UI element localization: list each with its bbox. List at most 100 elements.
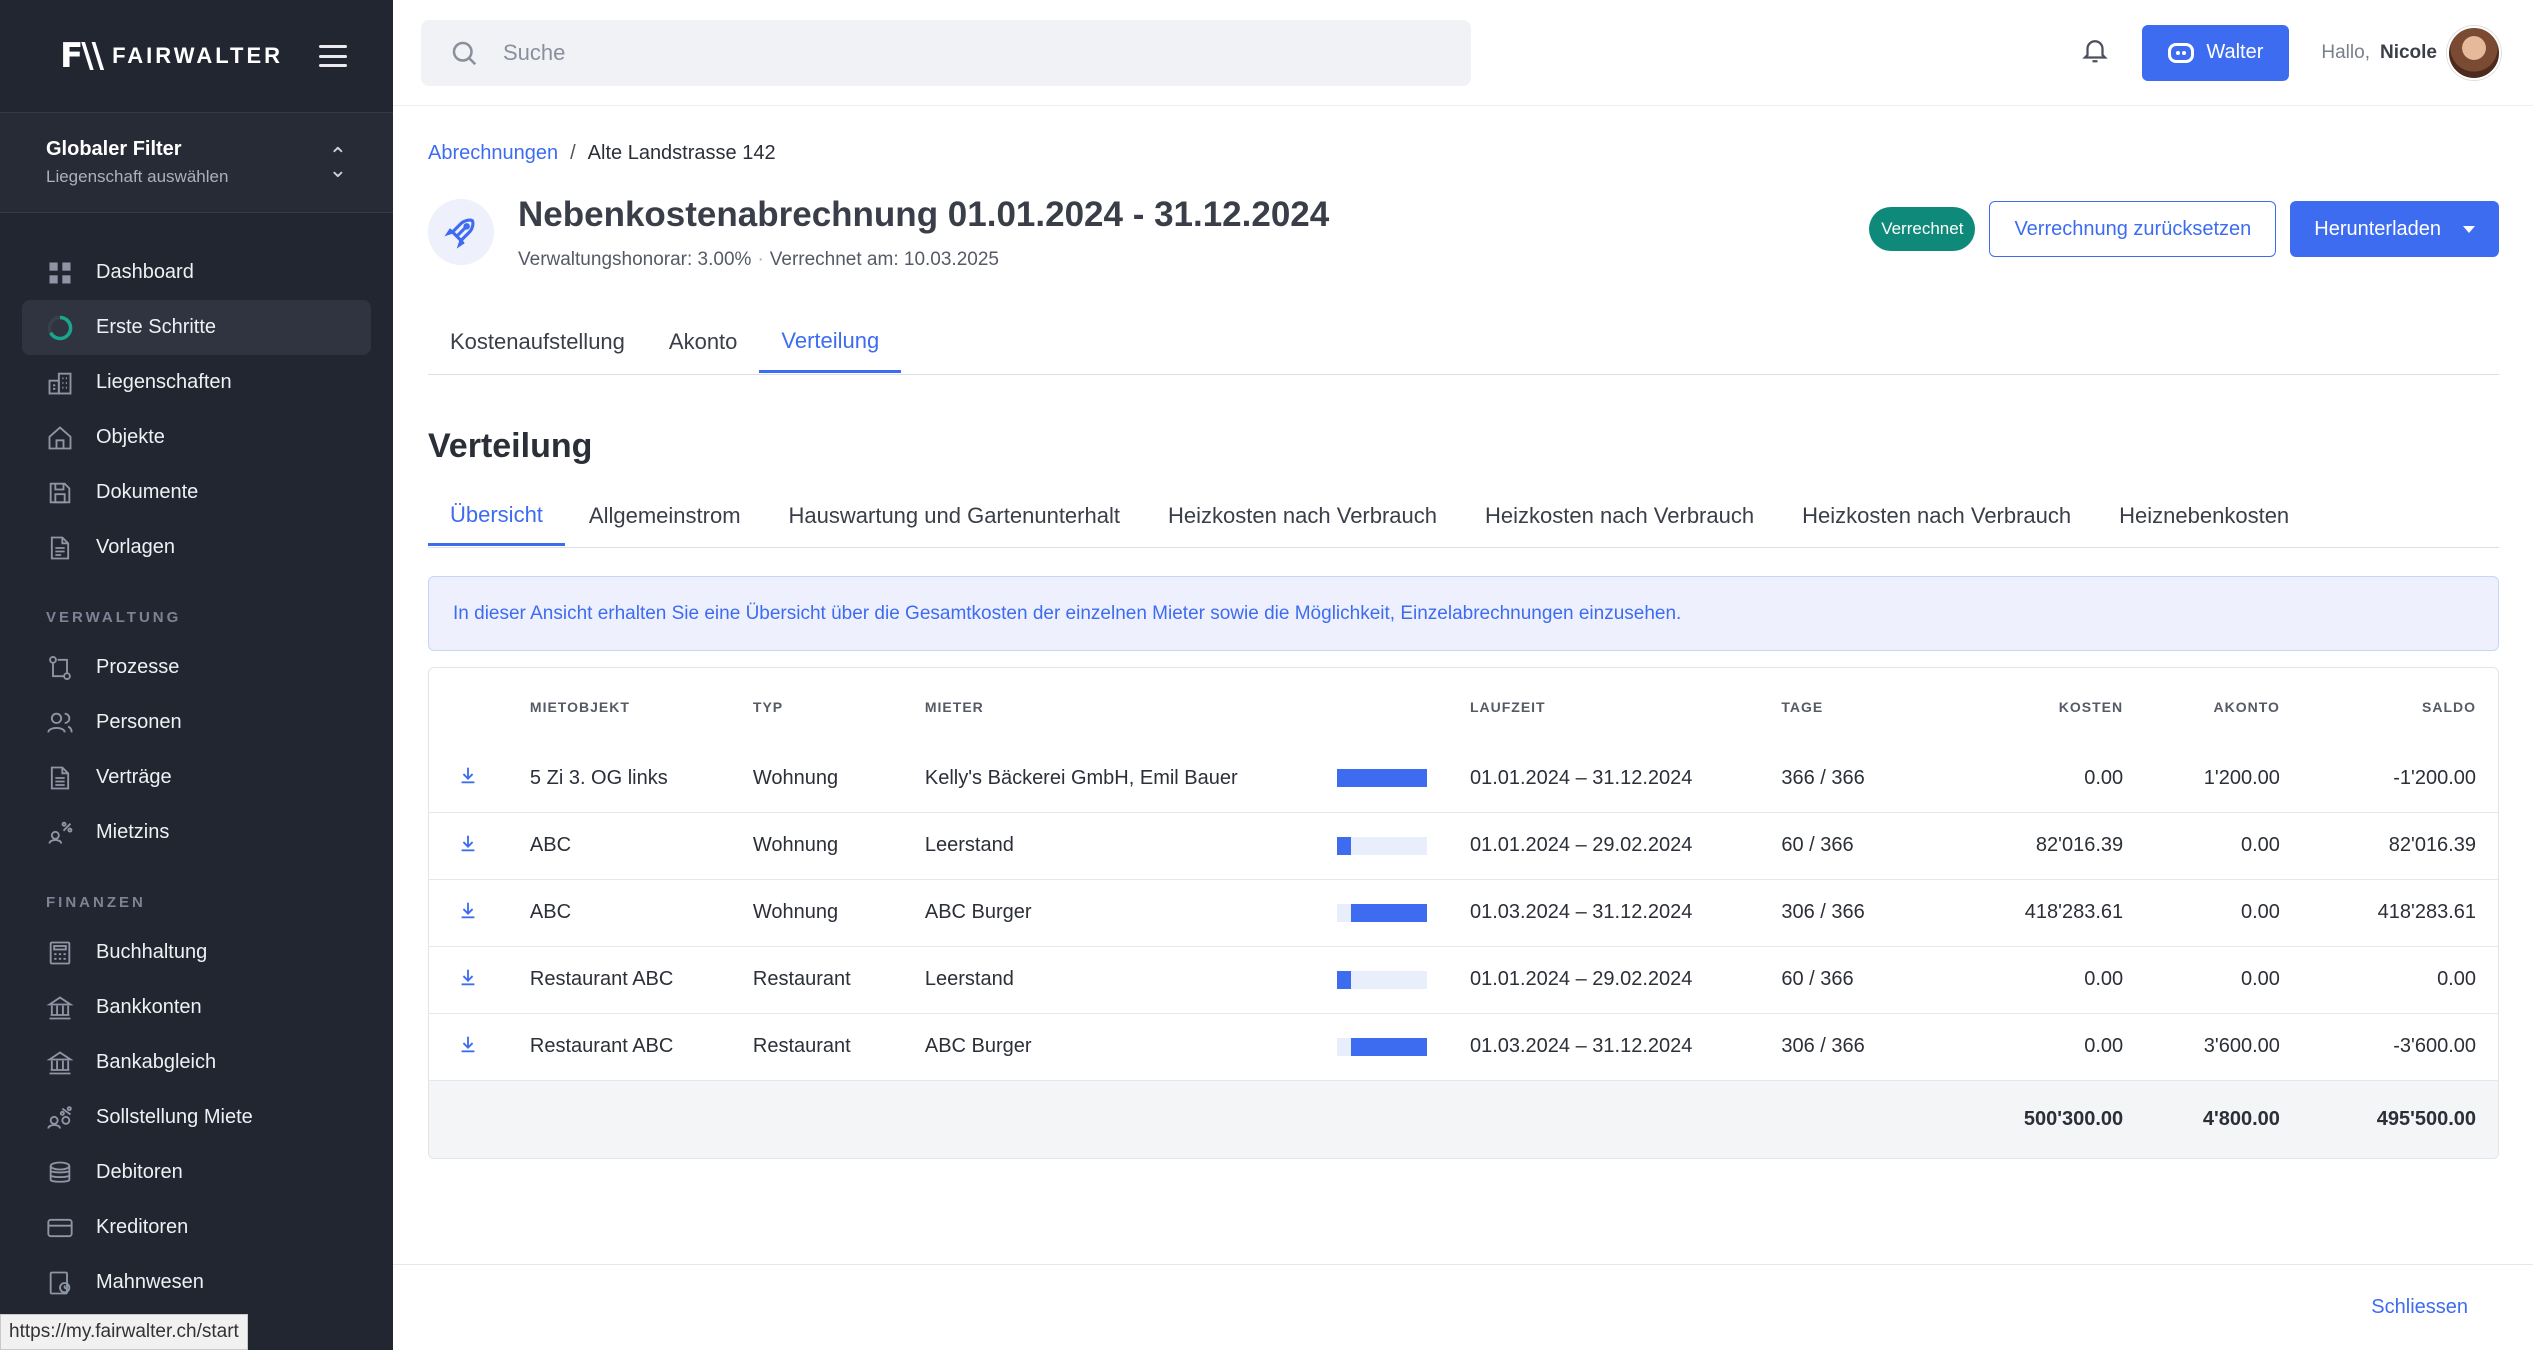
- sidebar-item-vertraege[interactable]: Verträge: [22, 750, 371, 805]
- global-filter[interactable]: Globaler Filter Liegenschaft auswählen ⌃…: [0, 113, 393, 213]
- dashboard-icon: [46, 259, 74, 287]
- sidebar-item-dokumente[interactable]: Dokumente: [22, 465, 371, 520]
- col-header-saldo: SALDO: [2279, 668, 2498, 745]
- page-header: Nebenkostenabrechnung 01.01.2024 - 31.12…: [428, 195, 2499, 271]
- user-menu[interactable]: Hallo, Nicole: [2321, 25, 2501, 80]
- subtab-heizkosten-2[interactable]: Heizkosten nach Verbrauch: [1461, 486, 1778, 546]
- progress-ring-icon: [46, 314, 74, 342]
- caret-down-icon: [2463, 225, 2475, 233]
- breadcrumb-link-abrechnungen[interactable]: Abrechnungen: [428, 142, 558, 165]
- period-bar-fill: [1351, 903, 1427, 922]
- subtab-hauswartung[interactable]: Hauswartung und Gartenunterhalt: [765, 486, 1144, 546]
- col-header-bar: [1336, 668, 1470, 745]
- breadcrumb-separator: /: [570, 142, 576, 164]
- distribution-table: MIETOBJEKT TYP MIETER LAUFZEIT TAGE KOST…: [428, 667, 2499, 1159]
- cell-period: 01.01.2024 – 31.12.2024: [1469, 766, 1693, 789]
- cell-days: 306 / 366: [1781, 1012, 1956, 1080]
- cell-object: 5 Zi 3. OG links: [529, 766, 668, 789]
- brand-name: FAIRWALTER: [112, 43, 284, 68]
- cell-tenant: ABC Burger: [924, 878, 1337, 946]
- cell-object: Restaurant ABC: [529, 1012, 753, 1080]
- subtab-uebersicht[interactable]: Übersicht: [428, 486, 565, 546]
- subtab-heizkosten-1[interactable]: Heizkosten nach Verbrauch: [1144, 486, 1461, 546]
- sidebar-item-debitoren[interactable]: Debitoren: [22, 1145, 371, 1200]
- card-icon: [46, 1214, 74, 1242]
- sidebar-item-objekte[interactable]: Objekte: [22, 410, 371, 465]
- cell-type: Restaurant: [752, 945, 925, 1013]
- download-icon[interactable]: [457, 969, 479, 993]
- brand-logo-mark: F\\: [60, 36, 104, 76]
- download-icon[interactable]: [457, 902, 479, 926]
- brand-logo[interactable]: F\\ FAIRWALTER: [60, 36, 283, 76]
- sidebar-item-erste-schritte[interactable]: Erste Schritte: [22, 300, 371, 355]
- sidebar-item-vorlagen[interactable]: Vorlagen: [22, 520, 371, 575]
- reset-settlement-button[interactable]: Verrechnung zurücksetzen: [1989, 201, 2277, 257]
- robot-icon: [2168, 42, 2195, 63]
- cell-saldo: 0.00: [2279, 945, 2498, 1013]
- contract-icon: [46, 764, 74, 792]
- download-icon[interactable]: [457, 767, 479, 791]
- page-subtitle: Verwaltungshonorar: 3.00% · Verrechnet am:…: [518, 249, 1329, 271]
- bell-icon[interactable]: [2080, 35, 2110, 70]
- download-button[interactable]: Herunterladen: [2290, 201, 2499, 257]
- document-icon: [46, 534, 74, 562]
- sidebar-item-mahnwesen[interactable]: Mahnwesen: [22, 1255, 371, 1310]
- sidebar-item-sollstellung-miete[interactable]: Sollstellung Miete: [22, 1090, 371, 1145]
- col-header-period: LAUFZEIT: [1469, 668, 1782, 745]
- col-header-costs: KOSTEN: [1955, 668, 2124, 745]
- distribution-tabs: Übersicht Allgemeinstrom Hauswartung und…: [428, 486, 2499, 548]
- sidebar-item-bankkonten[interactable]: Bankkonten: [22, 980, 371, 1035]
- table-row[interactable]: ABC Wohnung ABC Burger 01.03.2024 – 31.12.2…: [429, 878, 2498, 946]
- global-filter-title: Globaler Filter: [46, 138, 182, 160]
- tab-kostenaufstellung[interactable]: Kostenaufstellung: [428, 311, 647, 373]
- table-row[interactable]: Restaurant ABC Restaurant ABC Burger 01.03.…: [429, 1012, 2498, 1080]
- tab-verteilung[interactable]: Verteilung: [759, 311, 902, 373]
- cell-bar: [1336, 1012, 1470, 1080]
- table-row[interactable]: 5 Zi 3. OG links Wohnung Kelly's Bäckerei …: [429, 745, 2498, 812]
- subtab-allgemeinstrom[interactable]: Allgemeinstrom: [565, 486, 765, 546]
- col-header-object: MIETOBJEKT: [529, 668, 753, 745]
- section-title: Verteilung: [428, 427, 593, 465]
- subtab-heizkosten-3[interactable]: Heizkosten nach Verbrauch: [1778, 486, 2095, 546]
- cell-object: Restaurant ABC: [529, 945, 753, 1013]
- buildings-icon: [46, 369, 74, 397]
- breadcrumb-current: Alte Landstrasse 142: [587, 142, 776, 164]
- menu-toggle-icon[interactable]: [319, 45, 347, 67]
- sidebar-item-mietzins[interactable]: Mietzins: [22, 805, 371, 860]
- sidebar-item-buchhaltung[interactable]: Buchhaltung: [22, 925, 371, 980]
- cell-akonto: 3'600.00: [2123, 1012, 2280, 1080]
- sidebar-item-personen[interactable]: Personen: [22, 695, 371, 750]
- table-row[interactable]: Restaurant ABC Restaurant Leerstand 01.01.2…: [429, 945, 2498, 1013]
- tab-akonto[interactable]: Akonto: [647, 311, 760, 373]
- sidebar-item-prozesse[interactable]: Prozesse: [22, 640, 371, 695]
- subtab-heiznebenkosten[interactable]: Heiznebenkosten: [2095, 486, 2313, 546]
- walter-assistant-button[interactable]: Walter: [2142, 24, 2290, 81]
- calculator-icon: [46, 939, 74, 967]
- table-row[interactable]: ABC Wohnung Leerstand 01.01.2024 – 29.02.20…: [429, 811, 2498, 879]
- management-fee: Verwaltungshonorar: 3.00%: [518, 249, 752, 270]
- download-cell: [429, 1012, 530, 1080]
- cell-days: 366 / 366: [1781, 766, 1865, 789]
- sidebar-item-dashboard[interactable]: Dashboard: [22, 245, 371, 300]
- sidebar-item-kreditoren[interactable]: Kreditoren: [22, 1200, 371, 1255]
- cell-period: 01.01.2024 – 29.02.2024: [1469, 945, 1782, 1013]
- cell-type: Restaurant: [752, 1012, 925, 1080]
- download-cell: [429, 745, 530, 812]
- sidebar-item-bankabgleich[interactable]: Bankabgleich: [22, 1035, 371, 1090]
- topbar: Walter Hallo, Nicole: [393, 0, 2533, 106]
- search-input[interactable]: [503, 39, 1403, 66]
- sidebar-item-label: Kreditoren: [96, 1216, 189, 1238]
- separator-dot: ·: [757, 249, 764, 270]
- greeting-text: Hallo,: [2321, 41, 2370, 63]
- sidebar-item-liegenschaften[interactable]: Liegenschaften: [22, 355, 371, 410]
- download-icon[interactable]: [457, 1036, 479, 1060]
- search-bar[interactable]: [421, 19, 1471, 86]
- download-icon[interactable]: [457, 835, 479, 859]
- close-link[interactable]: Schliessen: [2371, 1296, 2468, 1319]
- period-bar: [1336, 1037, 1427, 1056]
- sidebar-item-label: Mietzins: [96, 821, 170, 843]
- avatar[interactable]: [2447, 25, 2501, 80]
- sidebar-item-label: Verträge: [96, 766, 172, 788]
- sidebar-item-label: Vorlagen: [96, 536, 175, 558]
- coins-icon: [46, 1159, 74, 1187]
